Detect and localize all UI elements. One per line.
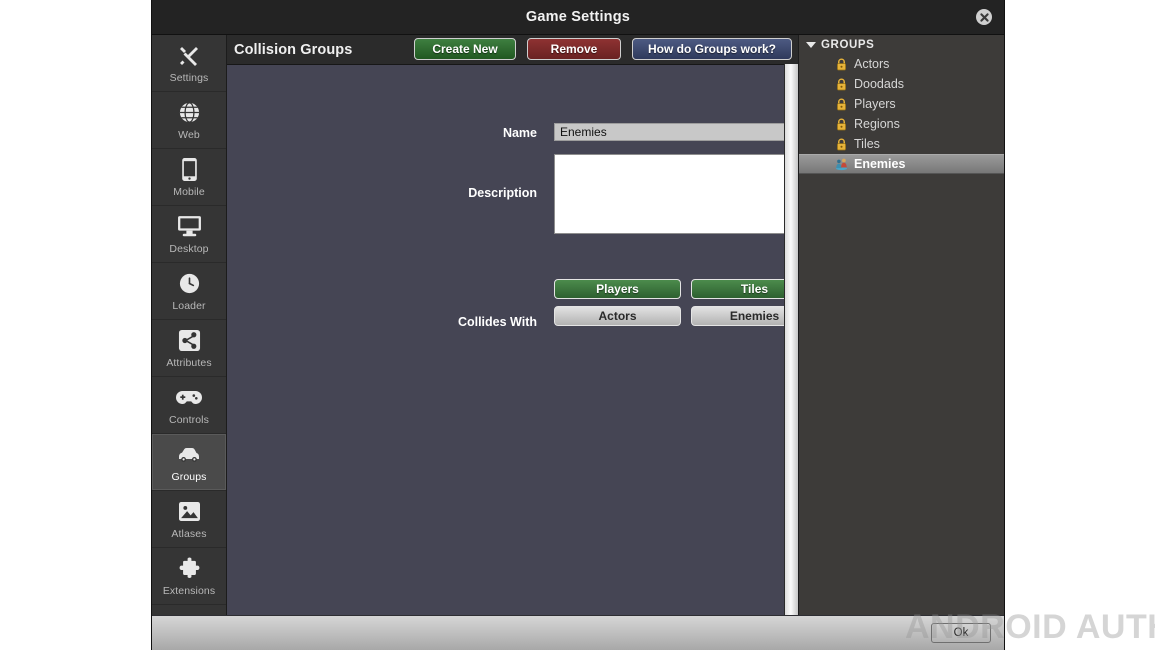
sidebar-item-mobile[interactable]: Mobile [152, 149, 226, 206]
remove-button[interactable]: Remove [527, 38, 621, 60]
window-body: Settings Web Mobile [152, 35, 1004, 617]
description-field-wrapper [554, 154, 798, 234]
tree-item-tiles[interactable]: Tiles [799, 134, 1004, 154]
lock-icon [835, 57, 848, 71]
game-settings-window: Game Settings Settings [152, 0, 1004, 650]
name-label: Name [407, 126, 537, 140]
sidebar-label: Extensions [163, 585, 215, 597]
puzzle-piece-icon [176, 556, 202, 582]
wrench-screwdriver-icon [176, 43, 202, 69]
collides-with-group: Players Tiles Actors Enemies [554, 279, 798, 326]
groups-tree-header-label: GROUPS [821, 39, 874, 51]
collides-toggle-tiles[interactable]: Tiles [691, 279, 798, 299]
tree-item-label: Enemies [854, 157, 905, 171]
share-nodes-icon [176, 328, 202, 354]
window-title: Game Settings [526, 9, 630, 25]
description-label: Description [377, 186, 537, 200]
phone-icon [176, 157, 202, 183]
sidebar-label: Controls [169, 414, 209, 426]
chevron-down-icon [806, 42, 816, 48]
people-icon [835, 157, 848, 171]
sidebar-item-web[interactable]: Web [152, 92, 226, 149]
sidebar-item-loader[interactable]: Loader [152, 263, 226, 320]
gamepad-icon [176, 385, 202, 411]
collides-toggle-enemies[interactable]: Enemies [691, 306, 798, 326]
sidebar-item-attributes[interactable]: Attributes [152, 320, 226, 377]
window-titlebar: Game Settings [152, 0, 1004, 35]
sidebar-label: Groups [171, 471, 206, 483]
settings-sidebar: Settings Web Mobile [152, 35, 227, 617]
collides-with-label: Collides With [357, 315, 537, 329]
globe-icon [176, 100, 202, 126]
sidebar-label: Mobile [173, 186, 205, 198]
name-input[interactable] [554, 123, 798, 141]
tree-item-label: Regions [854, 117, 900, 131]
sidebar-item-settings[interactable]: Settings [152, 35, 226, 92]
tree-item-label: Tiles [854, 137, 880, 151]
tree-item-label: Actors [854, 57, 889, 71]
page-action-buttons: Create New Remove How do Groups work? [414, 38, 792, 60]
groups-tree-header[interactable]: GROUPS [799, 35, 1004, 54]
screen-root: ANDROID AUTHORITY Game Settings Settings [0, 0, 1155, 650]
sidebar-item-controls[interactable]: Controls [152, 377, 226, 434]
group-form: Name Description Collides With Players T… [227, 64, 798, 617]
sidebar-label: Loader [172, 300, 205, 312]
tree-item-actors[interactable]: Actors [799, 54, 1004, 74]
sidebar-label: Desktop [169, 243, 208, 255]
sidebar-label: Web [178, 129, 200, 141]
sidebar-label: Attributes [166, 357, 211, 369]
collides-toggle-actors[interactable]: Actors [554, 306, 681, 326]
window-footer: Ok [152, 615, 1004, 650]
monitor-icon [176, 214, 202, 240]
image-icon [176, 499, 202, 525]
tree-item-enemies[interactable]: Enemies [799, 154, 1004, 174]
how-do-groups-work-button[interactable]: How do Groups work? [632, 38, 792, 60]
lock-icon [835, 97, 848, 111]
ok-button[interactable]: Ok [931, 623, 991, 643]
lock-icon [835, 117, 848, 131]
tree-item-label: Players [854, 97, 896, 111]
collision-groups-panel: Collision Groups Create New Remove How d… [227, 35, 798, 617]
center-panel-scrollbar[interactable] [784, 64, 798, 617]
tree-item-label: Doodads [854, 77, 904, 91]
sidebar-item-atlases[interactable]: Atlases [152, 491, 226, 548]
car-icon [176, 442, 202, 468]
sidebar-item-desktop[interactable]: Desktop [152, 206, 226, 263]
lock-icon [835, 137, 848, 151]
collides-toggle-players[interactable]: Players [554, 279, 681, 299]
sidebar-label: Settings [170, 72, 209, 84]
clock-icon [176, 271, 202, 297]
description-textarea[interactable] [555, 155, 798, 233]
sidebar-label: Atlases [171, 528, 206, 540]
tree-item-players[interactable]: Players [799, 94, 1004, 114]
groups-tree-panel: GROUPS Actors Doodads [798, 35, 1004, 617]
page-title: Collision Groups [234, 42, 352, 58]
lock-icon [835, 77, 848, 91]
tree-item-doodads[interactable]: Doodads [799, 74, 1004, 94]
page-header: Collision Groups Create New Remove How d… [227, 35, 798, 65]
create-new-button[interactable]: Create New [414, 38, 516, 60]
sidebar-item-extensions[interactable]: Extensions [152, 548, 226, 605]
close-icon[interactable] [976, 9, 992, 25]
tree-item-regions[interactable]: Regions [799, 114, 1004, 134]
sidebar-item-groups[interactable]: Groups [152, 434, 226, 491]
